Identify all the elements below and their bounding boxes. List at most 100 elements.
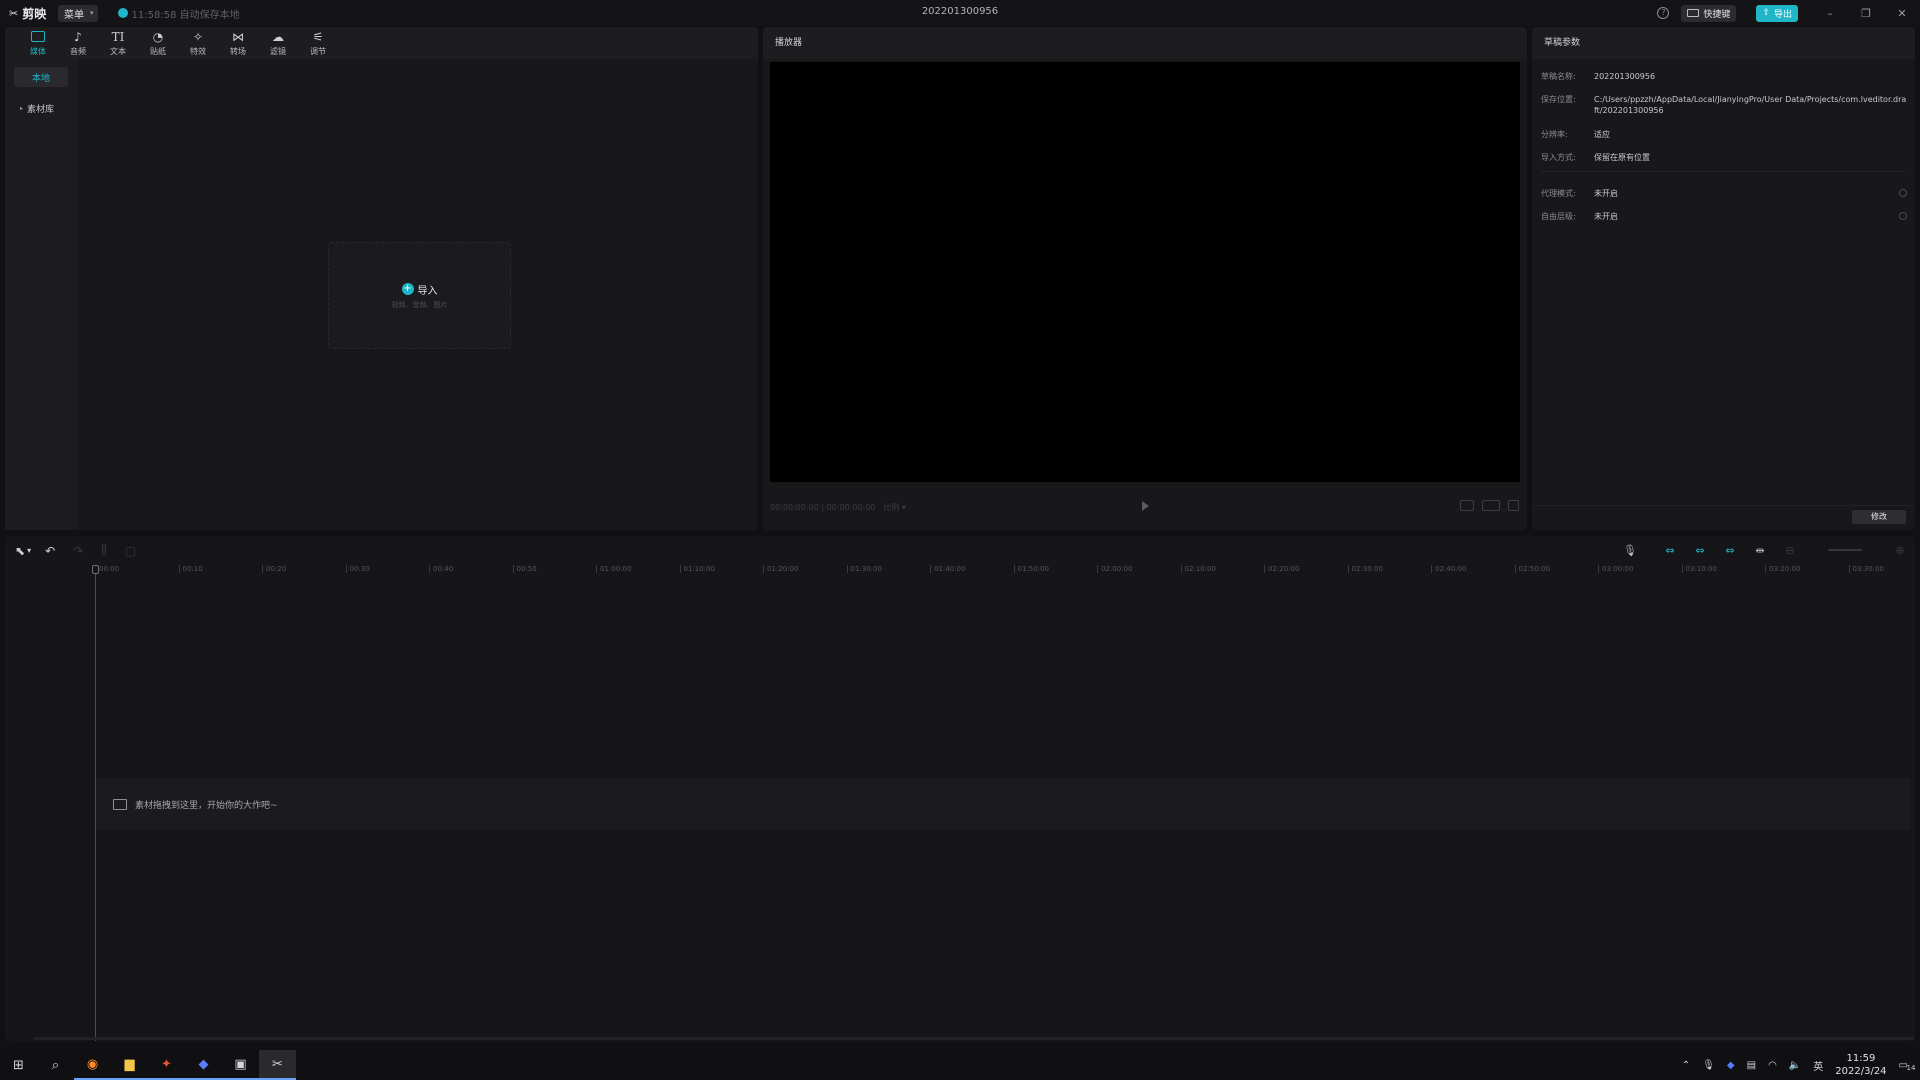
chevron-down-icon[interactable]: ▾	[27, 546, 31, 555]
sticker-icon: ◔	[152, 29, 164, 44]
close-button[interactable]: ✕	[1884, 7, 1920, 20]
import-dropzone[interactable]: + 导入 视频、音频、图片	[328, 242, 511, 349]
microphone-icon[interactable]: 🎙	[1702, 1060, 1715, 1071]
horizontal-scrollbar[interactable]	[34, 1037, 1914, 1040]
preview-screen[interactable]	[770, 62, 1520, 482]
main-track-dropzone[interactable]: 素材拖拽到这里，开始你的大作吧~	[96, 778, 1911, 830]
help-icon[interactable]: ?	[1657, 7, 1670, 19]
ruler-tick: 03:10:00	[1681, 565, 1717, 573]
ruler-tick: 02:00:00	[1097, 565, 1132, 573]
ruler-tick: 01:30:00	[846, 565, 882, 573]
tool-text[interactable]: TI 文本	[98, 27, 138, 59]
film-icon	[113, 798, 127, 810]
play-icon[interactable]	[1142, 501, 1149, 511]
bird-app-icon[interactable]: ✦	[148, 1050, 185, 1080]
tool-transition[interactable]: ⋈ 转场	[218, 27, 258, 59]
main-track-magnet-icon[interactable]: ⇔	[1655, 544, 1685, 557]
chevron-up-icon[interactable]: ⌃	[1682, 1060, 1690, 1071]
drop-hint: 素材拖拽到这里，开始你的大作吧~	[135, 800, 278, 811]
ruler-tick: 01:40:00	[930, 565, 965, 573]
jianying-taskbar-icon[interactable]: ✂	[259, 1050, 296, 1080]
auto-snap-icon[interactable]: ⇔	[1685, 544, 1715, 557]
ruler-tick: 03:30:00	[1848, 565, 1884, 573]
ruler-tick: 00:50	[512, 565, 537, 573]
wifi-icon[interactable]: ◠	[1768, 1060, 1777, 1071]
microphone-icon[interactable]: 🎙	[1615, 544, 1645, 557]
ruler-tick: 01:20:00	[763, 565, 798, 573]
minimize-button[interactable]: –	[1812, 7, 1848, 20]
select-tool-icon[interactable]: ⬉	[15, 544, 25, 558]
playhead-handle[interactable]	[92, 565, 99, 574]
ruler-tick: 00:10	[178, 565, 203, 573]
plus-icon: +	[401, 283, 414, 295]
input-method[interactable]: 英	[1813, 1058, 1823, 1073]
nav-local[interactable]: 本地	[14, 67, 68, 87]
delete-icon[interactable]: ▢	[125, 544, 136, 558]
info-icon[interactable]	[1899, 212, 1907, 220]
param-resolution: 分辨率: 适应	[1541, 130, 1610, 139]
firefox-icon[interactable]: ◉	[74, 1050, 111, 1080]
tool-adjust[interactable]: ⚟ 调节	[298, 27, 338, 59]
file-explorer-icon[interactable]: ▆	[111, 1050, 148, 1080]
tool-audio[interactable]: ♪ 音频	[58, 27, 98, 59]
autosave-check-icon	[117, 8, 128, 18]
timecode: 00:00:00:00 | 00:00:00:00	[770, 502, 876, 512]
windows-start-icon[interactable]: ⊞	[0, 1050, 37, 1080]
info-icon[interactable]	[1899, 189, 1907, 197]
ratio-select[interactable]: 比例 ▾	[883, 502, 906, 513]
fullscreen-icon[interactable]	[1508, 500, 1519, 511]
system-tray: ⌃ 🎙 ◆ ▤ ◠ 🔈 英 11:59 2022/3/24 ▭ 14	[1682, 1050, 1920, 1080]
nav-library[interactable]: ▸ 素材库	[14, 98, 68, 118]
player-title: 播放器	[763, 27, 1527, 59]
tool-effects[interactable]: ✧ 特效	[178, 27, 218, 59]
shortcut-button[interactable]: 快捷键	[1681, 4, 1737, 22]
network-icon[interactable]: ▤	[1747, 1060, 1756, 1071]
titlebar-actions: ? 快捷键 ⇪ 导出 – ❐ ✕	[1657, 0, 1920, 26]
jianying-app: ✂ 剪映 菜单 ▾ 11:58:58 自动保存本地 202201300956 ?…	[0, 0, 1920, 1080]
timeline-panel: ⬉ ▾ ↶ ↷ ⫼ ▢ 🎙 ⇔ ⇔ ⇔ ⇹ ⊖ ━━━━━ ⊕ 00:00 00:…	[5, 536, 1915, 1041]
split-icon[interactable]: ⫼	[101, 543, 107, 558]
param-import-mode: 导入方式: 保留在原有位置	[1541, 153, 1650, 162]
tool-media[interactable]: 媒体	[18, 27, 58, 59]
modify-button[interactable]: 修改	[1852, 510, 1906, 524]
export-button[interactable]: ⇪ 导出	[1756, 4, 1798, 22]
vs-code-icon[interactable]: ◆	[185, 1050, 222, 1080]
ruler-tick: 02:40:00	[1431, 565, 1466, 573]
player-controls: 00:00:00:00 | 00:00:00:00 比例 ▾	[763, 495, 1527, 519]
redo-icon[interactable]: ↷	[73, 544, 83, 558]
param-free-layer: 自由层级: 未开启	[1541, 212, 1618, 221]
ruler-tick: 01:00:00	[596, 565, 631, 573]
divider	[1541, 171, 1906, 172]
search-icon[interactable]: ⌕	[37, 1050, 74, 1080]
original-ratio-icon[interactable]	[1460, 500, 1474, 511]
volume-icon[interactable]: 🔈	[1789, 1060, 1801, 1071]
app-tray-icon[interactable]: ◆	[1727, 1060, 1735, 1071]
import-button[interactable]: + 导入	[401, 282, 438, 297]
ruler-tick: 02:30:00	[1347, 565, 1383, 573]
timeline-right-tools: 🎙 ⇔ ⇔ ⇔ ⇹ ⊖ ━━━━━ ⊕	[1615, 536, 1915, 565]
terminal-icon[interactable]: ▣	[222, 1050, 259, 1080]
restore-button[interactable]: ❐	[1848, 7, 1884, 20]
linkage-icon[interactable]: ⇔	[1715, 544, 1745, 557]
transition-icon: ⋈	[232, 29, 244, 44]
undo-icon[interactable]: ↶	[45, 544, 55, 558]
zoom-out-icon[interactable]: ⊖	[1775, 544, 1805, 557]
zoom-slider-icon[interactable]: ━━━━━	[1805, 544, 1885, 557]
jianying-logo-icon: ✂	[9, 6, 19, 20]
ruler-tick: 01:50:00	[1013, 565, 1049, 573]
notification-icon[interactable]: ▭ 14	[1899, 1060, 1916, 1072]
param-draft-name: 草稿名称: 202201300956	[1541, 72, 1656, 81]
ruler-tick: 03:20:00	[1765, 565, 1800, 573]
zoom-in-icon[interactable]: ⊕	[1885, 544, 1915, 557]
menu-button[interactable]: 菜单 ▾	[58, 4, 98, 22]
tool-sticker[interactable]: ◔ 贴纸	[138, 27, 178, 59]
tool-filter[interactable]: ☁ 滤镜	[258, 27, 298, 59]
preview-axis-icon[interactable]: ⇹	[1745, 544, 1775, 557]
title-bar: ✂ 剪映 菜单 ▾ 11:58:58 自动保存本地 202201300956 ?…	[0, 0, 1920, 26]
keyboard-icon	[1687, 9, 1700, 17]
time-ruler[interactable]: 00:00 00:10 00:20 00:30 00:40 00:50 01:00:00 01…	[95, 565, 1915, 581]
params-title: 草稿参数	[1532, 27, 1915, 59]
app-name: 剪映	[22, 6, 47, 21]
snapshot-icon[interactable]	[1482, 500, 1500, 511]
clock[interactable]: 11:59 2022/3/24	[1835, 1052, 1886, 1078]
